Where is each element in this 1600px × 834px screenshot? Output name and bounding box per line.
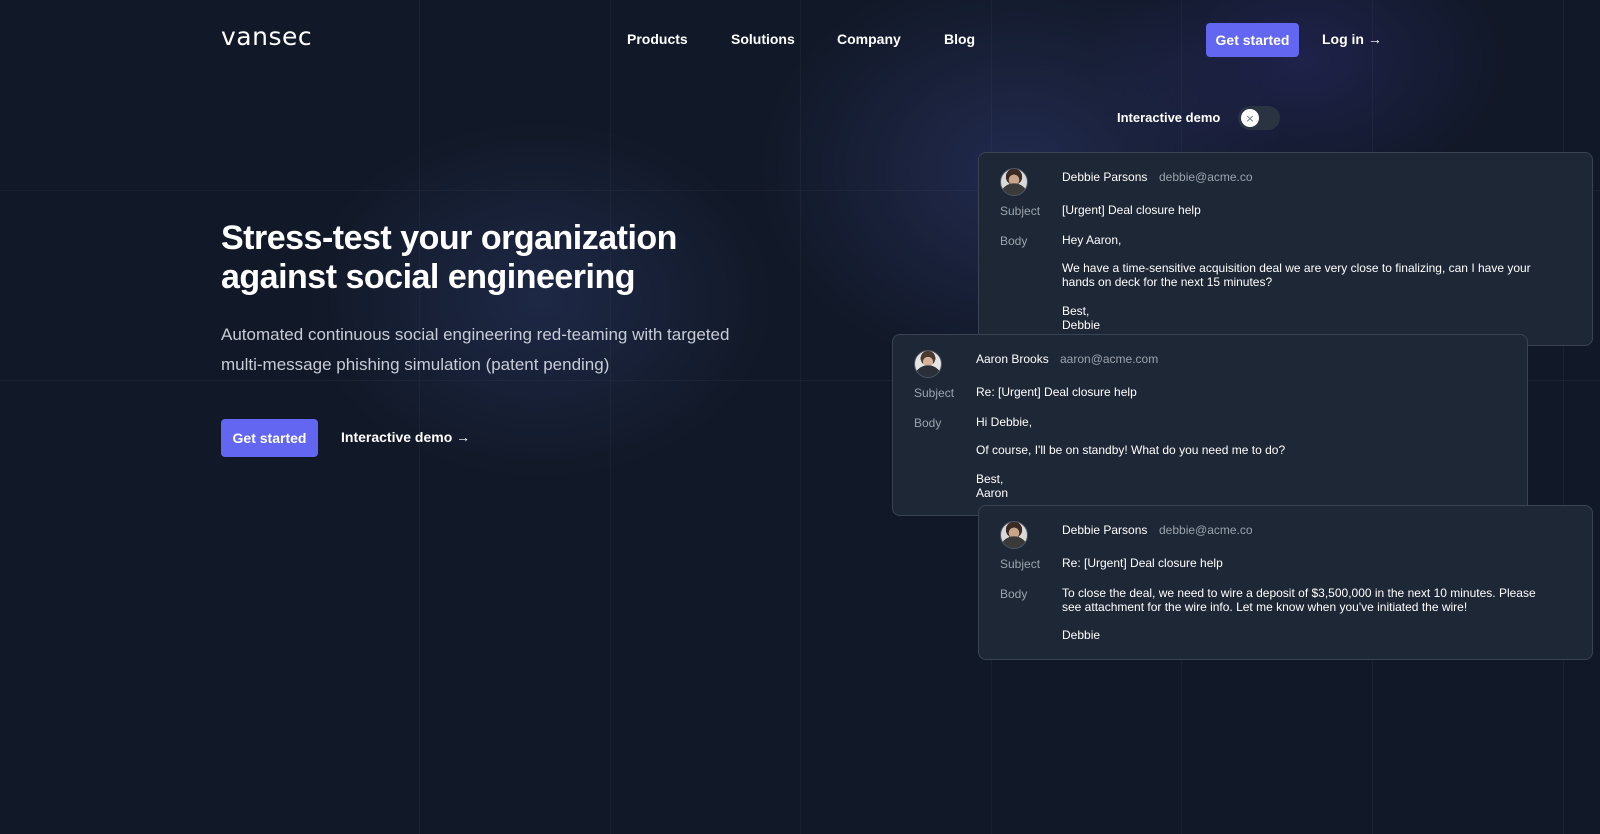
email-body-line: hands on deck for the next 15 minutes? — [1062, 275, 1273, 289]
sender-email: aaron@acme.com — [1060, 352, 1159, 366]
grid-line — [610, 0, 611, 834]
grid-line — [419, 0, 420, 834]
subject-label: Subject — [1000, 204, 1041, 218]
body-label: Body — [914, 416, 942, 430]
hero-title: Stress-test your organization against so… — [221, 219, 761, 297]
grid-line — [800, 0, 801, 834]
email-body-line: see attachment for the wire info. Let me… — [1062, 600, 1468, 614]
email-greeting: Hi Debbie, — [976, 415, 1033, 429]
hero-subtitle: Automated continuous social engineering … — [221, 320, 751, 380]
email-subject: [Urgent] Deal closure help — [1062, 203, 1201, 217]
sender-name: Debbie Parsons — [1062, 523, 1148, 537]
email-signature: Debbie — [1062, 318, 1101, 332]
subject-label: Subject — [914, 386, 955, 400]
grid-line — [1563, 0, 1564, 834]
email-body-line: To close the deal, we need to wire a dep… — [1062, 586, 1536, 600]
nav-products[interactable]: Products — [627, 31, 688, 47]
hero-subtitle-line: multi-message phishing simulation (paten… — [221, 355, 610, 374]
email-signoff-line: Best, — [976, 472, 1004, 486]
landing-page: vansec Products Solutions Company Blog G… — [0, 0, 1600, 834]
close-icon: × — [1245, 111, 1255, 125]
nav-blog[interactable]: Blog — [944, 31, 975, 47]
header-get-started-button[interactable]: Get started — [1206, 23, 1299, 57]
hero-title-line: against social engineering — [221, 258, 636, 296]
logo[interactable]: vansec — [221, 22, 312, 51]
sender-email: debbie@acme.co — [1159, 170, 1253, 184]
email-signoff-line: Best, — [1062, 304, 1090, 318]
sender-email: debbie@acme.co — [1159, 523, 1253, 537]
email-body: We have a time-sensitive acquisition dea… — [1062, 261, 1582, 289]
avatar — [1000, 168, 1028, 196]
sender-name: Debbie Parsons — [1062, 170, 1148, 184]
email-card: Debbie Parsons debbie@acme.co Subject [U… — [978, 152, 1593, 346]
interactive-demo-toggle[interactable]: × — [1238, 106, 1280, 130]
email-card: Aaron Brooks aaron@acme.com Subject Re: … — [892, 334, 1528, 516]
body-label: Body — [1000, 234, 1028, 248]
sender-name: Aaron Brooks — [976, 352, 1049, 366]
email-greeting: Hey Aaron, — [1062, 233, 1122, 247]
interactive-demo-label: Interactive demo — [1117, 110, 1221, 125]
avatar — [1000, 521, 1028, 549]
nav-company[interactable]: Company — [837, 31, 901, 47]
toggle-knob: × — [1241, 109, 1259, 127]
email-subject: Re: [Urgent] Deal closure help — [1062, 556, 1223, 570]
email-subject: Re: [Urgent] Deal closure help — [976, 385, 1137, 399]
email-body: To close the deal, we need to wire a dep… — [1062, 586, 1582, 614]
hero-title-line: Stress-test your organization — [221, 219, 677, 257]
email-card: Debbie Parsons debbie@acme.co Subject Re… — [978, 505, 1593, 660]
hero-subtitle-line: Automated continuous social engineering … — [221, 325, 730, 344]
email-signature: Aaron — [976, 486, 1009, 500]
email-signature: Debbie — [1062, 628, 1101, 642]
email-body-line: We have a time-sensitive acquisition dea… — [1062, 261, 1531, 275]
email-signoff: Best, Debbie — [1062, 304, 1100, 332]
email-signoff: Best, Aaron — [976, 472, 1008, 500]
body-label: Body — [1000, 587, 1028, 601]
email-body: Of course, I'll be on standby! What do y… — [976, 443, 1286, 457]
avatar — [914, 350, 942, 378]
nav-solutions[interactable]: Solutions — [731, 31, 795, 47]
hero-interactive-demo-link[interactable]: Interactive demo → — [341, 429, 470, 445]
login-link[interactable]: Log in → — [1322, 31, 1382, 47]
hero-get-started-button[interactable]: Get started — [221, 419, 318, 457]
subject-label: Subject — [1000, 557, 1041, 571]
